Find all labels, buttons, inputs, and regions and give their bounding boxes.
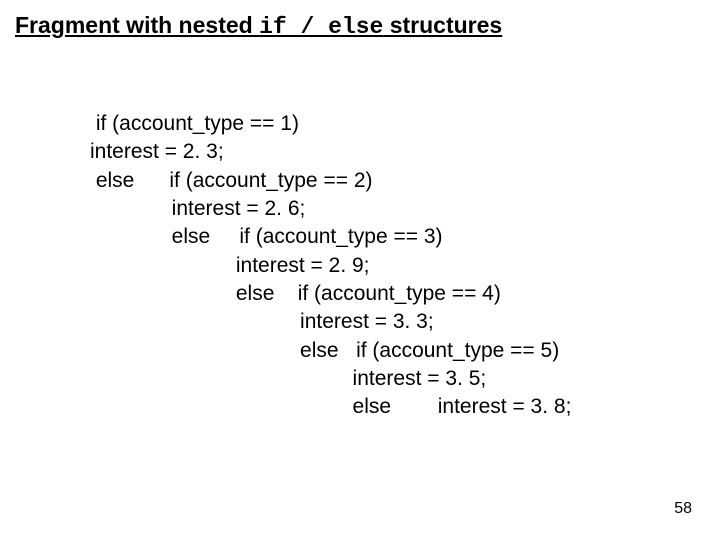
code-line-5: else if (account_type == 3) (90, 225, 443, 248)
code-line-6: interest = 2. 9; (90, 254, 370, 277)
code-line-2: interest = 2. 3; (90, 140, 224, 163)
code-line-11: else interest = 3. 8; (90, 395, 571, 418)
slide: Fragment with nested if / else structure… (0, 0, 720, 540)
code-line-9: else if (account_type == 5) (90, 339, 559, 362)
title-part1: Fragment with nested (15, 12, 259, 38)
code-line-7: else if (account_type == 4) (90, 282, 501, 305)
code-line-1: if (account_type == 1) (90, 112, 299, 135)
code-block: if (account_type == 1) interest = 2. 3; … (90, 110, 571, 422)
slide-title: Fragment with nested if / else structure… (15, 12, 502, 40)
code-line-4: interest = 2. 6; (90, 197, 305, 220)
page-number: 58 (674, 500, 692, 518)
title-mono: if / else (259, 14, 383, 40)
title-part2: structures (383, 12, 502, 38)
code-line-8: interest = 3. 3; (90, 310, 434, 333)
code-line-3: else if (account_type == 2) (90, 169, 373, 192)
code-line-10: interest = 3. 5; (90, 367, 486, 390)
